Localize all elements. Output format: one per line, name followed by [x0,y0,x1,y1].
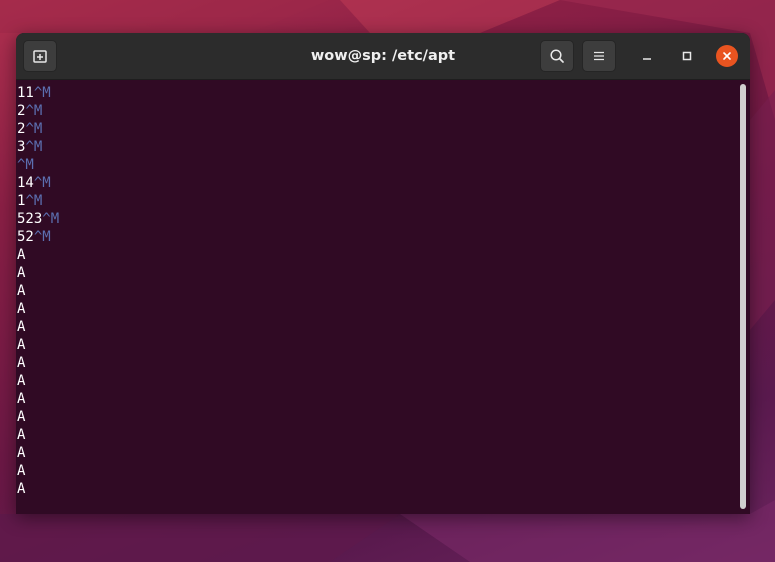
terminal-line: A [17,462,738,480]
terminal-line: A [17,444,738,462]
control-char: ^M [42,211,60,227]
terminal-line: A [17,426,738,444]
terminal-line: 14^M [17,174,738,192]
terminal-line: A [17,408,738,426]
terminal-line: A [17,390,738,408]
terminal-line: 2^M [17,120,738,138]
line-text: A [17,481,26,497]
control-char: ^M [17,157,34,173]
control-char: ^M [25,193,43,209]
terminal-line: 2^M [17,102,738,120]
close-icon [723,52,731,60]
hamburger-menu-icon [594,51,604,61]
line-text: A [17,247,26,263]
terminal-line: 523^M [17,210,738,228]
control-char: ^M [25,139,43,155]
control-char: ^M [25,103,43,119]
terminal-line: 52^M [17,228,738,246]
search-icon [550,49,564,63]
line-text: A [17,319,26,335]
line-text: A [17,265,26,281]
line-text: A [17,409,26,425]
minimize-icon [643,58,651,60]
terminal-line: A [17,336,738,354]
line-text: A [17,445,26,461]
line-text: 11 [17,85,34,101]
search-button[interactable] [540,40,574,72]
control-char: ^M [25,121,43,137]
line-text: A [17,427,26,443]
terminal-line: A [17,246,738,264]
line-text: 52 [17,229,34,245]
terminal-line: 1^M [17,192,738,210]
close-button[interactable] [716,45,738,67]
line-text: A [17,283,26,299]
control-char: ^M [33,229,51,245]
terminal-line: A [17,372,738,390]
terminal-output[interactable]: 11^M 2^M 2^M 3^M ^M 14^M 1^M 523^M 52^M … [16,80,738,514]
terminal-line: A [17,354,738,372]
terminal-line: 3^M [17,138,738,156]
line-text: A [17,337,26,353]
line-text: A [17,373,26,389]
terminal-line: ^M [17,156,738,174]
maximize-icon [682,51,692,61]
control-char: ^M [33,85,51,101]
terminal-line: A [17,300,738,318]
line-text: 523 [17,211,43,227]
line-text: 14 [17,175,34,191]
line-text: A [17,391,26,407]
scrollbar[interactable] [740,84,746,509]
line-text: A [17,463,26,479]
minimize-button[interactable] [636,45,658,67]
terminal-line: A [17,282,738,300]
terminal-window[interactable]: wow@sp: /etc/apt 11^M 2^M 2^M 3^M ^M 14^… [16,33,750,514]
terminal-line: A [17,264,738,282]
line-text: A [17,301,26,317]
maximize-button[interactable] [676,45,698,67]
line-text: A [17,355,26,371]
terminal-line: A [17,318,738,336]
terminal-line: A [17,480,738,498]
title-bar[interactable]: wow@sp: /etc/apt [16,33,750,80]
terminal-line: 11^M [17,84,738,102]
control-char: ^M [33,175,51,191]
menu-button[interactable] [582,40,616,72]
